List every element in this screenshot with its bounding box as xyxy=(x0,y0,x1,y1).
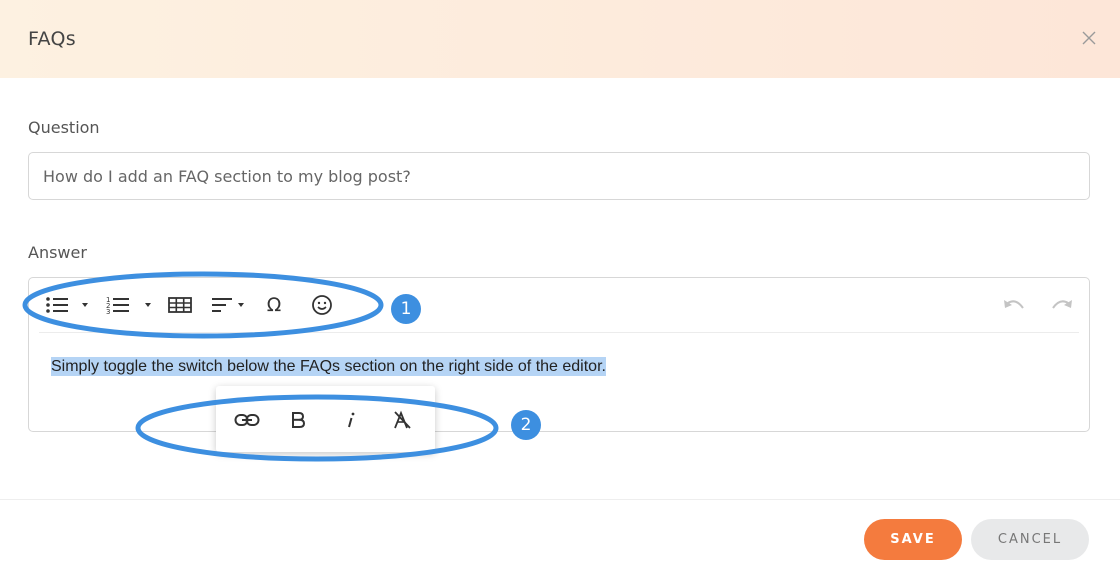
close-icon[interactable] xyxy=(1080,30,1098,48)
bulleted-list-icon[interactable] xyxy=(45,292,91,318)
align-icon[interactable] xyxy=(211,292,249,318)
annotation-badge-2: 2 xyxy=(511,410,541,440)
redo-icon[interactable] xyxy=(1049,292,1075,318)
dialog-title: FAQs xyxy=(28,28,76,50)
selected-answer-text[interactable]: Simply toggle the switch below the FAQs … xyxy=(51,357,606,376)
link-icon[interactable] xyxy=(233,406,261,434)
special-characters-icon[interactable]: Ω xyxy=(263,292,285,318)
footer-divider xyxy=(0,499,1120,500)
answer-text[interactable]: Simply toggle the switch below the FAQs … xyxy=(51,357,606,376)
answer-label: Answer xyxy=(28,243,87,262)
bold-icon[interactable] xyxy=(284,406,312,434)
emoji-icon[interactable] xyxy=(310,292,334,318)
dialog-header: FAQs xyxy=(0,0,1120,78)
italic-icon[interactable] xyxy=(337,406,365,434)
table-icon[interactable] xyxy=(168,292,192,318)
toolbar-divider xyxy=(39,332,1079,333)
answer-editor[interactable]: 1 2 3 Ω Simply toggle the switch below t… xyxy=(28,277,1090,432)
inline-format-toolbar xyxy=(216,386,435,452)
question-input[interactable] xyxy=(28,152,1090,200)
question-label: Question xyxy=(28,118,100,137)
cancel-button[interactable]: CANCEL xyxy=(971,519,1089,560)
numbered-list-icon[interactable]: 1 2 3 xyxy=(106,292,154,318)
save-button[interactable]: SAVE xyxy=(864,519,962,560)
annotation-badge-1: 1 xyxy=(391,294,421,324)
undo-icon[interactable] xyxy=(1001,292,1027,318)
clear-format-icon[interactable] xyxy=(388,406,416,434)
svg-text:3: 3 xyxy=(106,308,110,315)
